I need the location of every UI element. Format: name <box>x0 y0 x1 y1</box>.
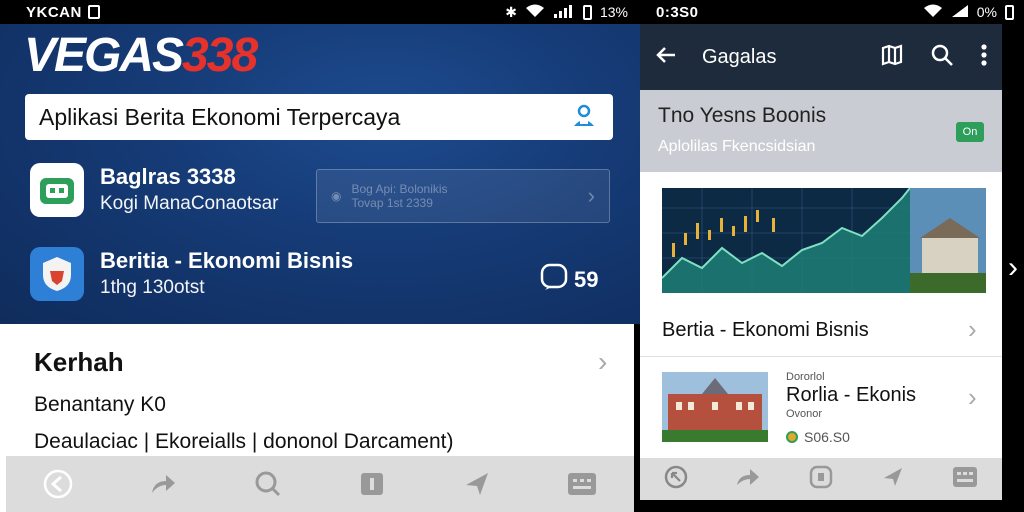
square-icon[interactable] <box>355 467 389 501</box>
logo-text-white: VEGAS <box>24 29 184 82</box>
signal-icon <box>553 4 575 21</box>
back-icon[interactable] <box>41 467 75 501</box>
news-sub: Ovonor <box>786 408 823 420</box>
left-phone-screen: YKCAN ✱ 13% VEGAS338 Baglras 3338 <box>0 0 640 512</box>
building-thumbnail[interactable] <box>662 372 768 442</box>
featured-card[interactable]: Tno Yesns Boonis Aplolilas Fkencsidsian … <box>640 90 1002 172</box>
battery-icon <box>1005 4 1014 20</box>
search-icon[interactable] <box>251 467 285 501</box>
panel-title: Kerhah <box>34 347 124 377</box>
map-icon[interactable] <box>880 43 904 72</box>
square-icon[interactable] <box>809 465 833 494</box>
share-icon[interactable] <box>146 467 180 501</box>
app-item-title: Beritia - Ekonomi Bisnis <box>100 248 354 273</box>
user-icon[interactable] <box>571 102 597 133</box>
right-phone-screen: 0:3S0 0% Gagalas Tno Yesns Boonis Aploli… <box>640 0 1024 512</box>
next-page-edge[interactable]: › <box>1002 24 1024 512</box>
divider <box>640 356 1002 357</box>
more-vert-icon[interactable] <box>980 43 988 72</box>
app-bar-title: Gagalas <box>702 45 777 68</box>
chevron-right-icon[interactable]: › <box>968 314 977 345</box>
logo-text-red: 338 <box>182 29 258 82</box>
back-icon[interactable] <box>664 465 688 494</box>
ghost-line-2: Tovap 1st 2339 <box>351 196 433 210</box>
carrier-label: YKCAN <box>26 3 82 21</box>
chevron-right-icon[interactable]: › <box>598 346 607 378</box>
featured-title: Tno Yesns Boonis <box>658 104 827 127</box>
app-item-title: Baglras 3338 <box>100 164 236 189</box>
battery-percent: 0% <box>976 4 997 20</box>
bottom-navigation <box>640 458 1002 500</box>
app-item-subtitle: 1thg 130otst <box>100 277 205 298</box>
verified-icon <box>786 431 798 443</box>
wifi-icon <box>923 4 943 21</box>
news-meta-value: S06.S0 <box>804 429 850 445</box>
ghost-suggestion-card[interactable]: ◉ Bog Api: Bolonikis Tovap 1st 2339 › <box>316 169 610 223</box>
signal-icon <box>951 4 969 21</box>
search-icon[interactable] <box>930 43 954 72</box>
featured-subtitle: Aplolilas Fkencsidsian <box>658 138 816 155</box>
ghost-line-1: Bog Api: Bolonikis <box>351 182 448 196</box>
panel-line-2: Deaulaciac | Ekoreialls | dononol Darcam… <box>34 430 454 453</box>
app-item-bagiras[interactable]: Baglras 3338 Kogi ManaConaotsar <box>30 163 279 217</box>
bottom-navigation <box>6 456 634 512</box>
app-item-subtitle: Kogi ManaConaotsar <box>100 193 279 214</box>
status-bar: 0:3S0 0% <box>640 0 1024 24</box>
app-item-berita[interactable]: Beritia - Ekonomi Bisnis 1thg 130otst <box>30 247 353 301</box>
keyboard-icon[interactable] <box>565 467 599 501</box>
battery-icon <box>582 4 592 20</box>
news-title-2[interactable]: Rorlia - Ekonis <box>786 384 916 407</box>
sim-icon <box>87 5 100 19</box>
app-icon-shield <box>30 247 84 301</box>
chevron-right-icon[interactable]: › <box>1008 251 1018 285</box>
chevron-right-icon[interactable]: › <box>968 382 977 413</box>
chevron-right-icon: › <box>587 183 595 208</box>
market-chart-image <box>662 188 986 293</box>
chat-icon <box>540 263 568 297</box>
share-icon[interactable] <box>735 465 761 494</box>
clock-label: 0:3S0 <box>656 3 699 21</box>
app-logo: VEGAS338 <box>24 29 258 82</box>
app-icon-green <box>30 163 84 217</box>
pin-icon[interactable] <box>460 467 494 501</box>
arrow-back-icon[interactable] <box>654 43 678 72</box>
panel-line-1: Benantany K0 <box>34 393 166 416</box>
search-input[interactable] <box>39 103 571 131</box>
location-icon: ◉ <box>331 189 342 203</box>
keyboard-icon[interactable] <box>952 466 978 493</box>
status-bar: YKCAN ✱ 13% <box>0 0 640 24</box>
news-title-1[interactable]: Bertia - Ekonomi Bisnis <box>662 319 869 342</box>
pin-icon[interactable] <box>881 465 905 494</box>
app-bar: Gagalas <box>640 24 1002 90</box>
news-meta: S06.S0 <box>786 429 850 445</box>
bluetooth-icon: ✱ <box>505 3 517 20</box>
count-value: 59 <box>574 267 599 292</box>
battery-percent: 13% <box>599 4 628 20</box>
status-badge: On <box>956 122 984 142</box>
news-kicker: Dororlol <box>786 371 825 383</box>
wifi-icon <box>525 4 545 21</box>
search-bar[interactable] <box>25 94 613 140</box>
notification-count[interactable]: 59 <box>540 263 598 297</box>
